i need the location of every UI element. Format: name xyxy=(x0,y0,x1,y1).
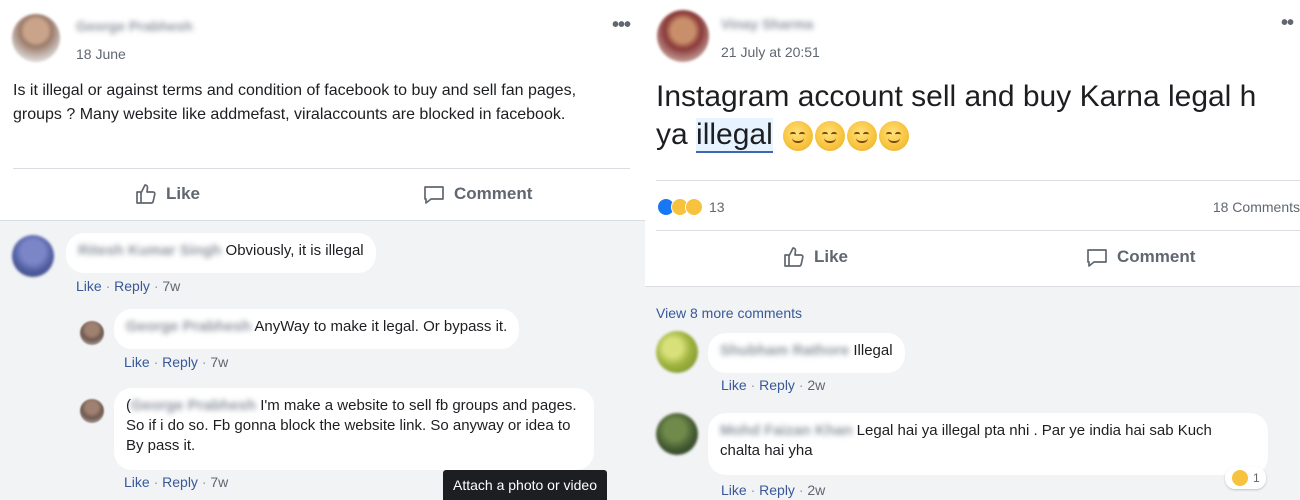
comment-age[interactable]: 7w xyxy=(162,278,180,294)
reaction-count: 13 xyxy=(709,199,725,215)
comment-icon xyxy=(1087,249,1107,267)
more-options-icon[interactable]: •• xyxy=(1281,12,1294,35)
author-avatar[interactable] xyxy=(12,14,60,62)
haha-reaction-icon xyxy=(1231,469,1249,487)
comment-actions: Like · Reply · 2w xyxy=(721,377,826,393)
reply-age[interactable]: 7w xyxy=(210,474,228,490)
grinning-squinting-face-emoji xyxy=(847,121,878,152)
comment-age[interactable]: 2w xyxy=(807,482,825,498)
comment-actions: Like · Reply · 7w xyxy=(76,278,181,294)
grinning-squinting-face-emoji xyxy=(879,121,910,152)
replier-name[interactable]: George Prabhesh xyxy=(126,317,251,337)
right-post: Vinay Sharma 21 July at 20:51 •• Instagr… xyxy=(645,0,1300,500)
reply-like-link[interactable]: Like xyxy=(124,474,150,490)
post-text: Is it illegal or against terms and condi… xyxy=(13,82,577,123)
comment-like-link[interactable]: Like xyxy=(721,377,747,393)
comment-count[interactable]: 18 Comments xyxy=(1213,199,1300,215)
like-label: Like xyxy=(166,184,201,203)
reply-actions: Like · Reply · 7w xyxy=(124,354,229,370)
comment-age[interactable]: 2w xyxy=(807,377,825,393)
reply-reply-link[interactable]: Reply xyxy=(162,354,198,370)
post-text: Instagram account sell and buy Karna leg… xyxy=(656,78,1291,154)
replier-avatar[interactable] xyxy=(80,399,104,423)
left-post: George Prabhesh 18 June ••• Is it illega… xyxy=(0,0,645,500)
comment-reply-link[interactable]: Reply xyxy=(759,377,795,393)
like-button[interactable]: Like xyxy=(782,245,848,269)
replier-avatar[interactable] xyxy=(80,321,104,345)
comment-text: Obviously, it is illegal xyxy=(225,242,364,259)
divider xyxy=(656,180,1300,181)
commenter-name[interactable]: Shubham Rathore xyxy=(720,341,849,361)
commenter-avatar[interactable] xyxy=(12,235,54,277)
reply-actions: Like · Reply · 7w xyxy=(124,474,229,490)
post-author-name[interactable]: Vinay Sharma xyxy=(721,16,813,32)
post-date[interactable]: 18 June xyxy=(76,46,126,62)
comment-like-link[interactable]: Like xyxy=(76,278,102,294)
reply-bubble: George Prabhesh AnyWay to make it legal.… xyxy=(114,309,520,349)
replier-name[interactable]: George Prabhesh xyxy=(131,396,256,416)
post-text-highlight: illegal xyxy=(696,118,773,153)
commenter-name[interactable]: Mohd Faizan Khan xyxy=(720,421,853,441)
comment-reply-link[interactable]: Reply xyxy=(759,482,795,498)
comment-button[interactable]: Comment xyxy=(1085,245,1195,269)
comment-actions: Like · Reply · 2w xyxy=(721,482,826,498)
comment-bubble: Shubham Rathore Illegal xyxy=(708,333,905,373)
divider xyxy=(656,230,1300,231)
author-avatar[interactable] xyxy=(657,10,709,62)
comment-label: Comment xyxy=(1117,247,1196,266)
comment-reaction-count: 1 xyxy=(1253,471,1260,485)
post-author-name[interactable]: George Prabhesh xyxy=(76,18,193,34)
comment-icon xyxy=(424,186,444,204)
view-more-comments-link[interactable]: View 8 more comments xyxy=(656,305,802,321)
divider xyxy=(13,168,630,169)
comment-reply-link[interactable]: Reply xyxy=(114,278,150,294)
comment-label: Comment xyxy=(454,184,533,203)
reply-like-link[interactable]: Like xyxy=(124,354,150,370)
attach-photo-tooltip: Attach a photo or video xyxy=(443,470,607,500)
commenter-avatar[interactable] xyxy=(656,331,698,373)
comment-reaction-badge[interactable]: 1 xyxy=(1225,467,1266,489)
reply-age[interactable]: 7w xyxy=(210,354,228,370)
more-options-icon[interactable]: ••• xyxy=(612,14,631,37)
reaction-summary[interactable]: 13 xyxy=(657,198,725,216)
wow-reaction-icon xyxy=(685,198,703,216)
comment-button[interactable]: Comment xyxy=(422,182,532,206)
post-date[interactable]: 21 July at 20:51 xyxy=(721,44,820,60)
grinning-squinting-face-emoji xyxy=(783,121,814,152)
comment-text: Illegal xyxy=(853,342,893,359)
like-label: Like xyxy=(814,247,849,266)
thumbs-up-icon xyxy=(136,184,156,204)
commenter-avatar[interactable] xyxy=(656,413,698,455)
grinning-squinting-face-emoji xyxy=(815,121,846,152)
comments-section: View 8 more comments Shubham Rathore Ill… xyxy=(645,286,1300,500)
reply-bubble: (George Prabhesh I'm make a website to s… xyxy=(114,388,594,470)
comment-like-link[interactable]: Like xyxy=(721,482,747,498)
comments-section: Ritesh Kumar Singh Obviously, it is ille… xyxy=(0,220,645,500)
commenter-name[interactable]: Ritesh Kumar Singh xyxy=(78,241,221,261)
reply-text: AnyWay to make it legal. Or bypass it. xyxy=(254,318,508,335)
like-button[interactable]: Like xyxy=(134,182,200,206)
reply-reply-link[interactable]: Reply xyxy=(162,474,198,490)
comment-bubble: Ritesh Kumar Singh Obviously, it is ille… xyxy=(66,233,376,273)
comment-bubble: Mohd Faizan Khan Legal hai ya illegal pt… xyxy=(708,413,1268,475)
thumbs-up-icon xyxy=(784,247,804,267)
